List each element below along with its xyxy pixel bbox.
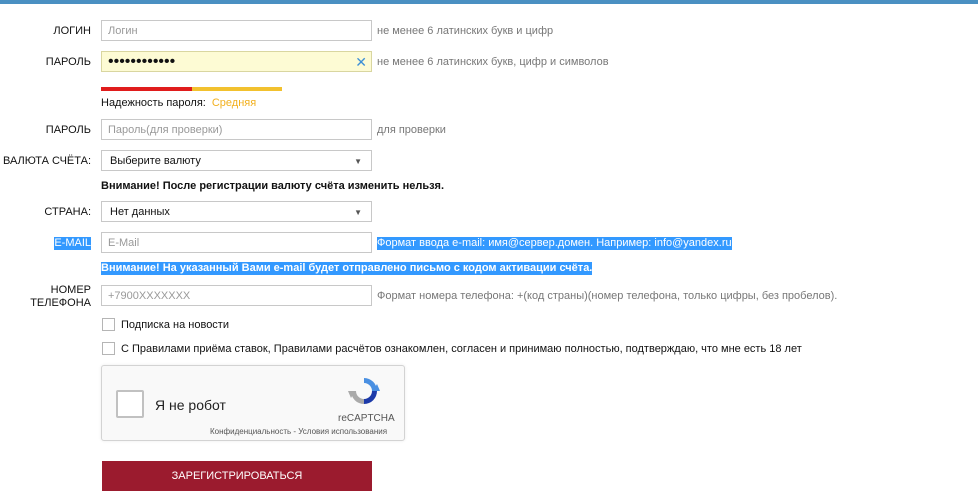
strength-label: Надежность пароля: (101, 97, 206, 109)
password-hint: не менее 6 латинских букв, цифр и символ… (377, 56, 609, 68)
password-confirm-label: ПАРОЛЬ (45, 124, 91, 136)
password-label: ПАРОЛЬ (45, 56, 91, 68)
email-input[interactable]: E-Mail (101, 232, 372, 253)
strength-value: Средняя (211, 97, 257, 109)
currency-select[interactable]: Выберите валюту ▼ (101, 150, 372, 171)
terms-label: С Правилами приёма ставок, Правилами рас… (121, 343, 802, 355)
currency-label: ВАЛЮТА СЧЁТА: (2, 155, 91, 167)
password-confirm-input[interactable]: Пароль(для проверки) (101, 119, 372, 140)
newsletter-checkbox[interactable] (102, 318, 115, 331)
newsletter-label: Подписка на новости (121, 319, 229, 331)
password-input[interactable]: •••••••••••• ✕ (101, 51, 372, 72)
login-label: ЛОГИН (53, 25, 91, 37)
currency-value: Выберите валюту (110, 154, 201, 167)
password-strength: Надежность пароля: Средняя (101, 97, 256, 109)
captcha-label: Я не робот (155, 397, 226, 413)
password-confirm-hint: для проверки (377, 124, 446, 136)
country-value: Нет данных (110, 205, 170, 218)
caret-down-icon: ▼ (354, 157, 362, 166)
top-accent-bar (0, 0, 978, 4)
strength-bar-red (101, 87, 192, 91)
email-label: E-MAIL (54, 237, 91, 250)
country-select[interactable]: Нет данных ▼ (101, 201, 372, 222)
login-input[interactable]: Логин (101, 20, 372, 41)
captcha-links[interactable]: Конфиденциальность - Условия использован… (210, 427, 387, 436)
email-warning: Внимание! На указанный Вами e-mail будет… (101, 262, 593, 275)
email-hint: Формат ввода e-mail: имя@сервер.домен. Н… (377, 237, 732, 250)
currency-warning: Внимание! После регистрации валюту счёта… (101, 180, 445, 192)
register-button[interactable]: ЗАРЕГИСТРИРОВАТЬСЯ (102, 461, 372, 491)
clear-icon[interactable]: ✕ (355, 54, 367, 70)
phone-label: НОМЕР ТЕЛЕФОНА (30, 284, 91, 309)
phone-hint: Формат номера телефона: +(код страны)(но… (377, 290, 838, 302)
strength-bar-yellow (192, 87, 282, 91)
captcha-brand: reCAPTCHA (338, 413, 395, 424)
phone-input[interactable]: +7900XXXXXXX (101, 285, 372, 306)
recaptcha-icon (348, 378, 380, 404)
captcha-checkbox[interactable] (116, 390, 144, 418)
caret-down-icon: ▼ (354, 208, 362, 217)
password-value: •••••••••••• (108, 53, 176, 70)
recaptcha-widget: Я не робот reCAPTCHA Конфиденциальность … (101, 365, 405, 441)
country-label: СТРАНА: (44, 206, 91, 218)
login-hint: не менее 6 латинских букв и цифр (377, 25, 554, 37)
terms-checkbox[interactable] (102, 342, 115, 355)
